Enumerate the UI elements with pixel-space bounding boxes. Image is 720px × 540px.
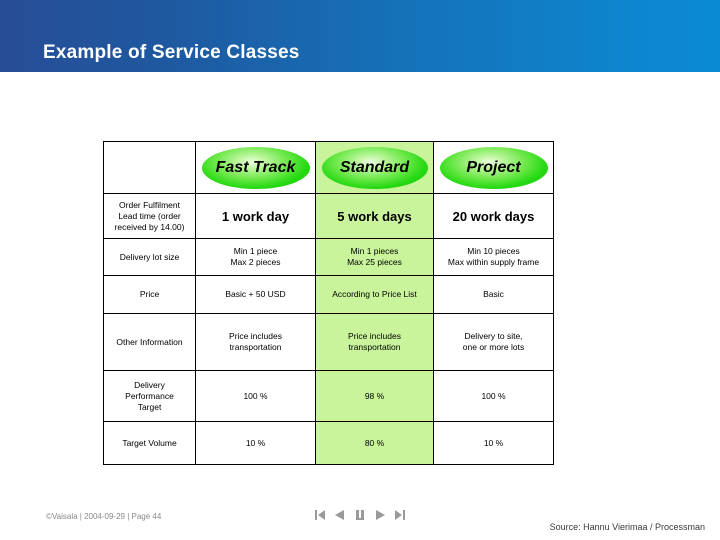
service-classes-table: Fast Track Standard Project Order Fulfilmen…	[103, 141, 554, 465]
first-slide-icon[interactable]	[314, 509, 326, 521]
last-slide-icon[interactable]	[394, 509, 406, 521]
cell-line: Price includes	[348, 331, 401, 341]
cell-project: 10 %	[433, 421, 554, 465]
cell-project: 100 %	[433, 370, 554, 422]
service-class-pill-fast-track: Fast Track	[201, 146, 310, 189]
table-corner-cell	[103, 141, 196, 194]
table-row: Other Information Price includes transport…	[103, 313, 554, 371]
cell-line: Min 1 pieces	[350, 246, 399, 256]
row-label-line: Order Fulfilment	[119, 199, 180, 210]
footer-credit: ©Vaisala | 2004-09-29 | Page 44	[46, 512, 162, 521]
cell-fast-track: Min 1 piece Max 2 pieces	[195, 238, 316, 276]
cell-project: Min 10 pieces Max within supply frame	[433, 238, 554, 276]
page-title: Example of Service Classes	[43, 42, 300, 63]
cell-line: 10 %	[245, 437, 266, 448]
row-label-line: received by 14.00)	[114, 221, 185, 232]
previous-slide-icon[interactable]	[334, 509, 346, 521]
row-label: Delivery Performance Target	[103, 370, 196, 422]
source-note: Source: Hannu Vierimaa / Processman	[549, 522, 705, 532]
row-label-line: Delivery	[134, 379, 165, 390]
column-header-project: Project	[433, 141, 554, 194]
pause-slide-icon[interactable]	[354, 509, 366, 521]
cell-standard: Price includes transportation	[315, 313, 434, 371]
cell-project: 20 work days	[433, 193, 554, 239]
row-label-line: Price	[139, 289, 160, 299]
table-row: Delivery Performance Target 100 % 98 % 100 %	[103, 370, 554, 422]
cell-line: Min 1 piece	[233, 246, 278, 256]
cell-line: Max 2 pieces	[230, 257, 281, 267]
cell-project: Delivery to site, one or more lots	[433, 313, 554, 371]
cell-line: Price includes	[229, 331, 282, 341]
row-label-line: Delivery lot size	[119, 251, 180, 262]
row-label-line: Performance	[125, 390, 174, 401]
cell-line: 5 work days	[337, 208, 412, 224]
row-label-line: Target	[137, 401, 162, 412]
slide-navigation-controls[interactable]	[314, 509, 406, 521]
cell-line: Basic	[483, 289, 504, 299]
row-label: Delivery lot size	[103, 238, 196, 276]
cell-project: Basic	[433, 275, 554, 314]
cell-line: 80 %	[364, 437, 385, 448]
row-label-line: Target Volume	[122, 437, 177, 448]
cell-line: According to Price List	[332, 289, 417, 299]
table-row: Delivery lot size Min 1 piece Max 2 pieces…	[103, 238, 554, 276]
cell-line: 1 work day	[221, 208, 290, 224]
cell-line: Basic + 50 USD	[225, 289, 286, 299]
service-class-pill-project: Project	[439, 146, 548, 189]
column-header-fast-track: Fast Track	[195, 141, 316, 194]
cell-line: Max 25 pieces	[347, 257, 402, 267]
row-label-line: Other Information	[116, 336, 183, 347]
cell-line: 100 %	[481, 390, 506, 401]
cell-line: 20 work days	[452, 208, 535, 224]
cell-line: Delivery to site,	[464, 331, 523, 341]
cell-line: 10 %	[483, 437, 504, 448]
cell-standard: Min 1 pieces Max 25 pieces	[315, 238, 434, 276]
column-header-standard: Standard	[315, 141, 434, 194]
row-label-line: Lead time (order	[118, 210, 181, 221]
cell-fast-track: Basic + 50 USD	[195, 275, 316, 314]
cell-fast-track: Price includes transportation	[195, 313, 316, 371]
next-slide-icon[interactable]	[374, 509, 386, 521]
cell-standard: 98 %	[315, 370, 434, 422]
cell-line: transportation	[348, 342, 401, 352]
table-row: Price Basic + 50 USD According to Price Li…	[103, 275, 554, 314]
cell-fast-track: 100 %	[195, 370, 316, 422]
row-label: Price	[103, 275, 196, 314]
table-header-row: Fast Track Standard Project	[103, 141, 554, 194]
row-label: Target Volume	[103, 421, 196, 465]
cell-line: Max within supply frame	[447, 257, 540, 267]
cell-fast-track: 1 work day	[195, 193, 316, 239]
cell-line: 100 %	[243, 390, 268, 401]
cell-line: Min 10 pieces	[467, 246, 520, 256]
cell-standard: 5 work days	[315, 193, 434, 239]
row-label: Order Fulfilment Lead time (order received…	[103, 193, 196, 239]
table-row: Target Volume 10 % 80 % 10 %	[103, 421, 554, 465]
cell-line: 98 %	[364, 390, 385, 401]
cell-line: transportation	[229, 342, 282, 352]
cell-line: one or more lots	[462, 342, 525, 352]
cell-standard: According to Price List	[315, 275, 434, 314]
table-row: Order Fulfilment Lead time (order received…	[103, 193, 554, 239]
row-label: Other Information	[103, 313, 196, 371]
cell-fast-track: 10 %	[195, 421, 316, 465]
cell-standard: 80 %	[315, 421, 434, 465]
service-class-pill-standard: Standard	[321, 146, 428, 189]
